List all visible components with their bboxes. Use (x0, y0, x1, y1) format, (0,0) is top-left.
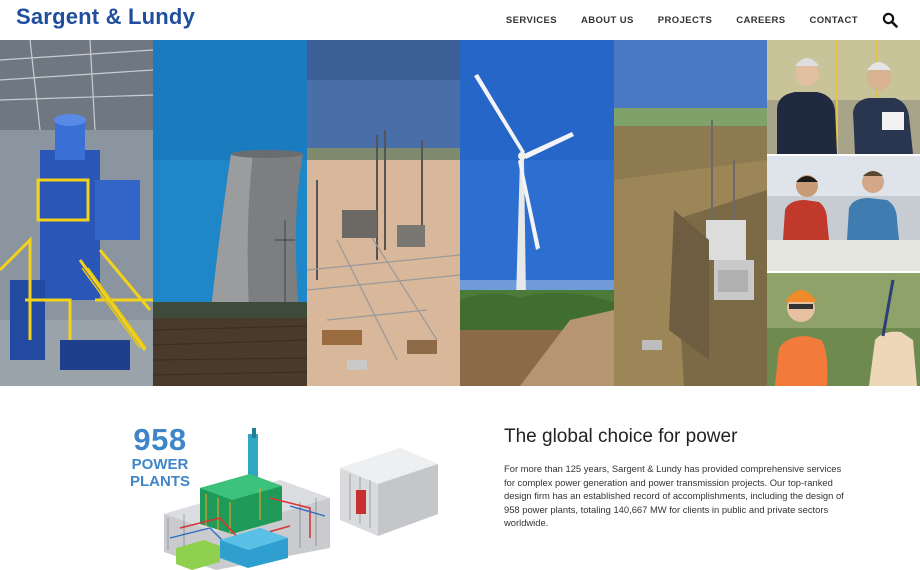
main-nav: SERVICES ABOUT US PROJECTS CAREERS CONTA… (506, 0, 920, 40)
nav-projects[interactable]: PROJECTS (658, 15, 712, 26)
search-icon[interactable] (882, 12, 898, 28)
nav-careers[interactable]: CAREERS (736, 15, 785, 26)
logo[interactable]: Sargent & Lundy (16, 4, 195, 30)
nav-about-us[interactable]: ABOUT US (581, 15, 634, 26)
site-header: Sargent & Lundy SERVICES ABOUT US PROJEC… (0, 0, 920, 40)
nav-services[interactable]: SERVICES (506, 15, 557, 26)
section-headline: The global choice for power (504, 426, 738, 447)
substation-photo (307, 40, 460, 386)
power-plant-illustration (164, 428, 438, 570)
wind-turbine-photo (460, 40, 614, 386)
industrial-plant-photo (0, 40, 153, 386)
intro-paragraph: For more than 125 years, Sargent & Lundy… (504, 463, 844, 529)
cooling-tower-photo (153, 40, 307, 386)
transmission-site-photo (614, 40, 767, 386)
engineers-collage-photo (767, 40, 920, 386)
nav-contact[interactable]: CONTACT (809, 15, 858, 26)
hero-photo-strip (0, 40, 920, 386)
